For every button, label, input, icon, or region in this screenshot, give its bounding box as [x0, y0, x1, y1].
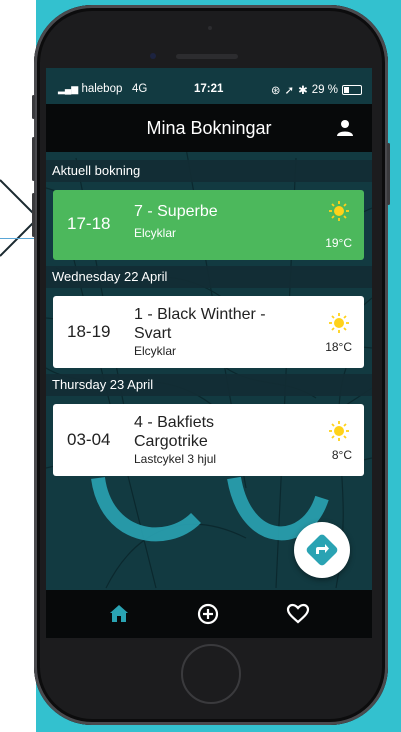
nav-header: Mina Bokningar: [46, 104, 372, 152]
sun-icon: [329, 421, 349, 441]
booking-card-current[interactable]: 17-18 7 - Superbe Elcyklar 19°C: [53, 190, 364, 260]
volume-up-button: [32, 137, 35, 181]
booking-title: 4 - Bakfiets Cargotrike: [134, 414, 215, 450]
status-right: ⊛ ➚ ✱ 29 %: [271, 83, 362, 97]
sun-icon: [329, 201, 349, 221]
battery-percent: 29 %: [311, 84, 338, 96]
proximity-sensor: [208, 26, 212, 30]
app-screen: ▂▄▆ halebop 4G 17:21 ⊛ ➚ ✱ 29 % Mina Bok…: [46, 68, 372, 590]
person-icon[interactable]: [336, 119, 354, 137]
mute-switch: [32, 95, 35, 119]
home-icon[interactable]: [107, 602, 131, 626]
plus-circle-icon[interactable]: [196, 602, 220, 626]
booking-time: 03-04: [67, 430, 111, 449]
signal-icon: ▂▄▆: [58, 84, 79, 94]
booking-type: Elcyklar: [134, 226, 177, 240]
front-camera: [150, 53, 156, 59]
lock-rotation-icon: ⊛: [270, 85, 281, 97]
booking-type: Lastcykel 3 hjul: [134, 452, 217, 466]
page-title: Mina Bokningar: [146, 118, 272, 138]
bluetooth-icon: ✱: [298, 85, 308, 97]
section-header-wednesday: Wednesday 22 April: [46, 266, 372, 288]
power-button: [387, 143, 390, 205]
battery-icon: [342, 85, 362, 95]
clock: 17:21: [194, 83, 224, 95]
booking-title: 7 - Superbe: [134, 203, 218, 220]
directions-button[interactable]: [294, 522, 350, 578]
directions-icon: [306, 534, 338, 566]
volume-down-button: [32, 193, 35, 237]
booking-time: 18-19: [67, 322, 111, 341]
heart-icon[interactable]: [286, 602, 310, 626]
sun-icon: [329, 313, 349, 333]
booking-card[interactable]: 03-04 4 - Bakfiets Cargotrike Lastcykel …: [53, 404, 364, 476]
tab-bar: [46, 590, 372, 638]
earpiece-speaker: [176, 54, 238, 59]
status-bar: ▂▄▆ halebop 4G 17:21 ⊛ ➚ ✱ 29 %: [46, 80, 372, 100]
booking-temp: 18°C: [325, 340, 352, 354]
booking-temp: 8°C: [331, 448, 352, 462]
booking-time: 17-18: [67, 214, 111, 233]
booking-card[interactable]: 18-19 1 - Black Winther - Svart Elcyklar…: [53, 296, 364, 368]
booking-temp: 19°C: [325, 236, 352, 250]
section-header-thursday: Thursday 23 April: [46, 374, 372, 396]
home-button[interactable]: [181, 644, 241, 704]
booking-title: 1 - Black Winther - Svart: [134, 306, 266, 342]
booking-type: Elcyklar: [134, 344, 177, 358]
location-icon: ➚: [284, 85, 295, 97]
section-header-current: Aktuell bokning: [46, 160, 372, 182]
carrier-label: ▂▄▆ halebop 4G: [58, 83, 148, 95]
